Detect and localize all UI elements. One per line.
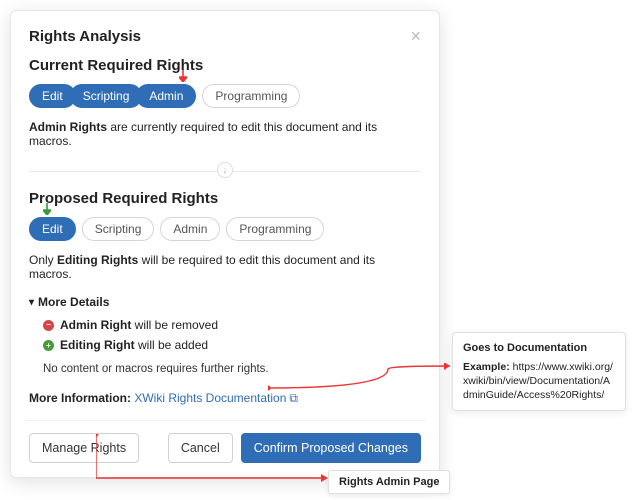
pill-edit-proposed[interactable]: Edit (29, 217, 76, 241)
rights-doc-link-text: XWiki Rights Documentation (134, 391, 286, 405)
external-link-icon: ⧉ (289, 391, 298, 406)
confirm-button[interactable]: Confirm Proposed Changes (241, 433, 421, 463)
detail-remove-text: Admin Right will be removed (60, 315, 218, 335)
red-arrow-icon (179, 70, 187, 82)
manage-rights-button[interactable]: Manage Rights (29, 433, 139, 463)
detail-add-bold: Editing Right (60, 338, 135, 352)
details-body: − Admin Right will be removed + Editing … (29, 315, 421, 379)
proposed-desc-bold: Editing Rights (57, 253, 138, 267)
more-details-toggle[interactable]: ▾ More Details (29, 295, 421, 309)
detail-remove-rest: will be removed (131, 318, 218, 332)
doc-tooltip-body: Example: https://www.xwiki.org/xwiki/bin… (463, 360, 615, 403)
section-divider: ↓ (29, 162, 421, 180)
detail-remove-bold: Admin Right (60, 318, 131, 332)
divider-arrow-icon: ↓ (217, 162, 233, 178)
doc-tooltip-title: Goes to Documentation (463, 341, 615, 356)
pill-edit-current[interactable]: Edit (29, 84, 76, 108)
detail-add-rest: will be added (135, 338, 208, 352)
footer-divider (25, 420, 425, 421)
no-content-text: No content or macros requires further ri… (43, 360, 421, 380)
add-dot-icon: + (43, 340, 54, 351)
doc-tooltip: Goes to Documentation Example: https://w… (452, 332, 626, 411)
current-required-heading: Current Required Rights (29, 57, 421, 74)
pill-programming-proposed[interactable]: Programming (226, 217, 324, 241)
current-desc: Admin Rights are currently required to e… (29, 120, 421, 148)
rights-admin-tooltip: Rights Admin Page (328, 470, 450, 494)
detail-add-row: + Editing Right will be added (43, 335, 421, 355)
rights-doc-link[interactable]: XWiki Rights Documentation⧉ (134, 391, 298, 405)
triangle-down-icon: ▾ (29, 297, 34, 308)
more-info-row: More Information: XWiki Rights Documenta… (29, 391, 421, 406)
pill-scripting-proposed[interactable]: Scripting (82, 217, 155, 241)
current-desc-bold: Admin Rights (29, 120, 107, 134)
rights-analysis-modal: Rights Analysis × Current Required Right… (10, 10, 440, 478)
pill-programming-current[interactable]: Programming (202, 84, 300, 108)
proposed-desc-prefix: Only (29, 253, 57, 267)
proposed-rights-row: Edit Scripting Admin Programming (29, 217, 421, 241)
more-details-label: More Details (38, 295, 109, 309)
pill-scripting-current[interactable]: Scripting (70, 84, 143, 108)
detail-remove-row: − Admin Right will be removed (43, 315, 421, 335)
close-icon[interactable]: × (410, 27, 421, 45)
modal-footer: Manage Rights Cancel Confirm Proposed Ch… (29, 433, 421, 463)
more-info-label: More Information: (29, 391, 134, 405)
cancel-button[interactable]: Cancel (168, 433, 233, 463)
detail-add-text: Editing Right will be added (60, 335, 208, 355)
modal-header: Rights Analysis × (29, 27, 421, 45)
current-rights-row: Edit Scripting Admin Programming (29, 84, 421, 108)
doc-tooltip-example-label: Example: (463, 361, 513, 373)
proposed-desc: Only Editing Rights will be required to … (29, 253, 421, 281)
pill-admin-current[interactable]: Admin (136, 84, 196, 108)
remove-dot-icon: − (43, 320, 54, 331)
pill-admin-proposed[interactable]: Admin (160, 217, 220, 241)
proposed-required-heading: Proposed Required Rights (29, 190, 421, 207)
modal-title: Rights Analysis (29, 28, 141, 45)
green-arrow-icon (43, 203, 51, 215)
